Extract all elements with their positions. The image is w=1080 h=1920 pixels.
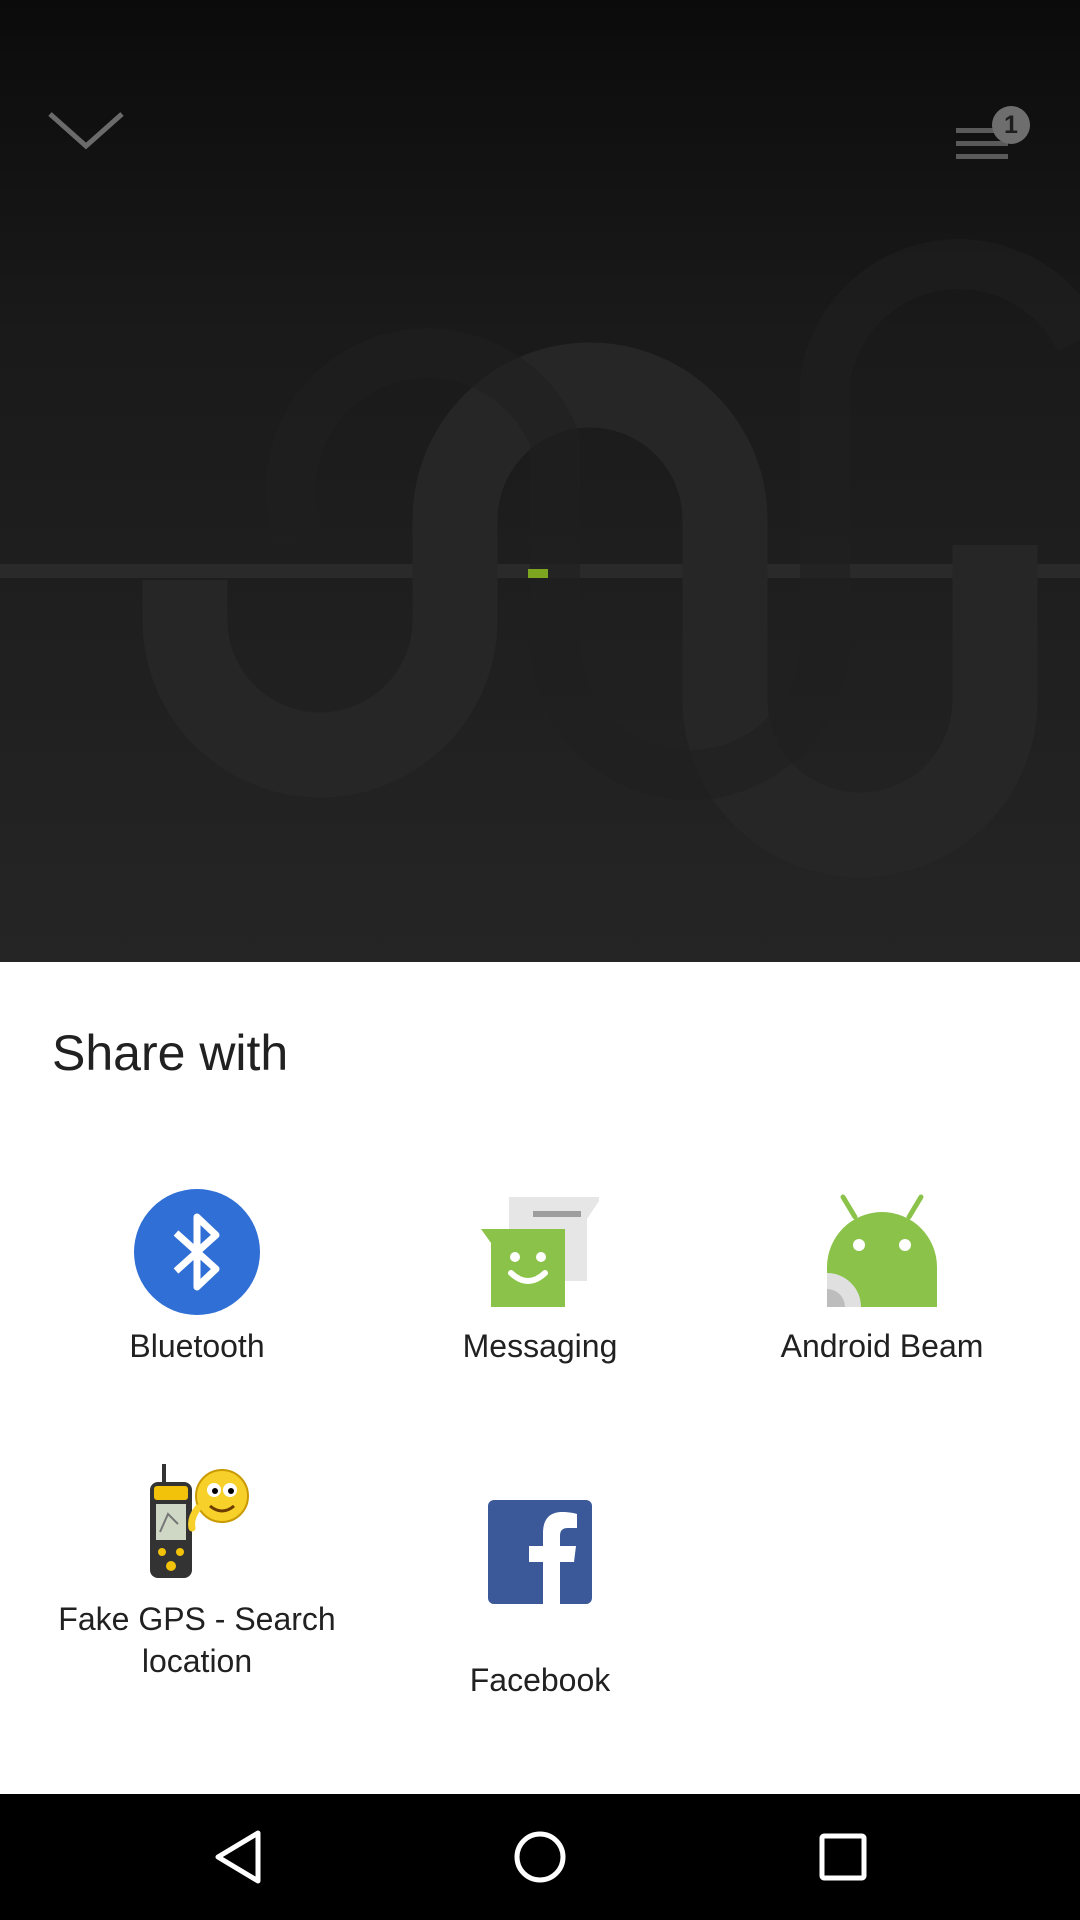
squiggle-artwork	[0, 239, 1080, 878]
recents-button[interactable]	[783, 1812, 903, 1902]
share-target-fake-gps[interactable]: Fake GPS - Search location	[27, 1460, 367, 1682]
collapse-button[interactable]	[38, 92, 134, 168]
back-button[interactable]	[178, 1812, 298, 1902]
share-target-label: Fake GPS - Search location	[58, 1601, 336, 1679]
screen: 1 Share with Bluetooth Messaging Android…	[0, 0, 1080, 1920]
share-sheet-title: Share with	[52, 1025, 289, 1081]
share-target-messaging[interactable]: Messaging	[370, 1187, 710, 1367]
home-icon	[514, 1831, 566, 1883]
share-target-facebook[interactable]: Facebook	[370, 1487, 710, 1701]
share-target-bluetooth[interactable]: Bluetooth	[27, 1187, 367, 1367]
navigation-bar	[0, 1794, 1080, 1920]
messaging-icon	[475, 1187, 605, 1317]
queue-count-badge: 1	[992, 106, 1030, 144]
player-background: 1	[0, 0, 1080, 962]
chevron-down-icon	[48, 112, 124, 150]
fake-gps-icon	[132, 1460, 262, 1590]
share-sheet: Share with Bluetooth Messaging Android B…	[0, 962, 1080, 1794]
progress-marker	[528, 569, 548, 578]
bluetooth-icon	[132, 1187, 262, 1317]
android-beam-icon	[817, 1187, 947, 1317]
share-target-label: Facebook	[469, 1662, 611, 1698]
back-icon	[215, 1830, 261, 1884]
share-target-label: Android Beam	[780, 1328, 984, 1364]
home-button[interactable]	[480, 1812, 600, 1902]
share-target-android-beam[interactable]: Android Beam	[712, 1187, 1052, 1367]
share-target-label: Bluetooth	[129, 1328, 265, 1364]
recents-icon	[819, 1833, 867, 1881]
share-target-label: Messaging	[462, 1328, 618, 1364]
facebook-icon	[475, 1487, 605, 1617]
